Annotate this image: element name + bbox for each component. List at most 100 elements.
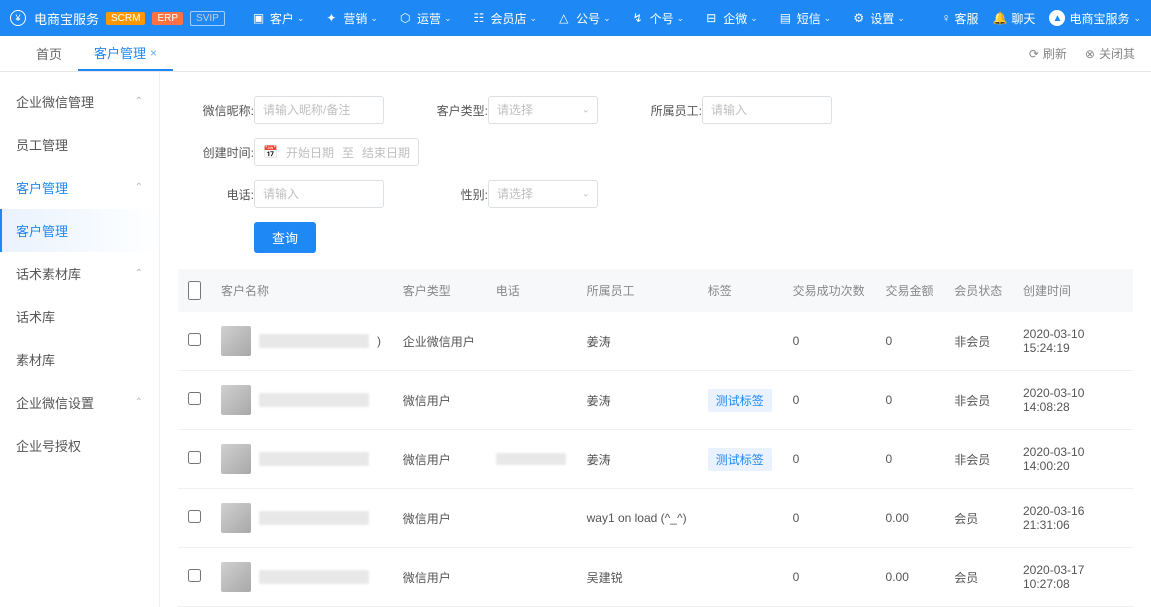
- th-phone: 电话: [486, 269, 577, 312]
- sidebar-item-enterprise-auth[interactable]: 企业号授权: [0, 424, 159, 467]
- date-end-ph: 结束日期: [362, 144, 410, 161]
- phone-label: 电话:: [190, 186, 254, 203]
- th-checkbox: [178, 269, 211, 312]
- close-others-button[interactable]: ⊗关闭其: [1079, 45, 1141, 62]
- chevron-down-icon: ⌄: [1133, 13, 1141, 24]
- sidebar-item-customer-mgmt[interactable]: 客户管理: [0, 209, 159, 252]
- nickname-input[interactable]: [254, 96, 384, 124]
- menu-label: 短信: [797, 10, 821, 27]
- chevron-down-icon: ⌄: [370, 13, 378, 24]
- customer-name-redacted: [259, 334, 369, 348]
- qiwei-icon: ⊟: [706, 11, 720, 25]
- sidebar-item-material-lib[interactable]: 素材库: [0, 338, 159, 381]
- sidebar-item-staff-mgmt[interactable]: 员工管理: [0, 123, 159, 166]
- cell-staff: 姜涛: [577, 371, 698, 430]
- cell-deals: 0: [783, 489, 876, 548]
- staff-input[interactable]: [702, 96, 832, 124]
- phone-input[interactable]: [254, 180, 384, 208]
- marketing-icon: ✦: [326, 11, 340, 25]
- table-wrap: 客户名称 客户类型 电话 所属员工 标签 交易成功次数 交易金额 会员状态 创建…: [160, 261, 1151, 607]
- avatar: [221, 503, 251, 533]
- row-checkbox[interactable]: [188, 333, 201, 346]
- customer-name-redacted: [259, 393, 369, 407]
- avatar: [221, 444, 251, 474]
- cell-amount: 0.00: [876, 548, 945, 607]
- row-checkbox[interactable]: [188, 569, 201, 582]
- member-icon: ☷: [474, 11, 488, 25]
- row-checkbox[interactable]: [188, 392, 201, 405]
- chevron-down-icon: ⌄: [897, 13, 905, 24]
- customer-icon: ▣: [253, 11, 267, 25]
- sidebar-item-wecom-settings[interactable]: 企业微信设置⌃: [0, 381, 159, 424]
- cell-type: 企业微信用户: [393, 312, 486, 371]
- cell-tag: [698, 489, 783, 548]
- cell-created: 2020-03-10 14:00:20: [1013, 430, 1133, 489]
- date-range-picker[interactable]: 📅 开始日期 至 结束日期: [254, 138, 419, 166]
- chevron-up-icon: ⌃: [135, 182, 143, 193]
- cell-member: 非会员: [944, 312, 1013, 371]
- tab-home[interactable]: 首页: [20, 36, 78, 71]
- cell-tag: 测试标签: [698, 371, 783, 430]
- menu-settings[interactable]: ⚙设置⌄: [843, 0, 915, 36]
- bell-icon: 🔔: [992, 11, 1007, 25]
- top-header: ¥ 电商宝服务 SCRM ERP SVIP ▣客户⌄ ✦营销⌄ ⬡运营⌄ ☷会员…: [0, 0, 1151, 36]
- cell-deals: 0: [783, 430, 876, 489]
- avatar: [221, 326, 251, 356]
- sidebar-item-label: 员工管理: [16, 135, 68, 154]
- gender-select[interactable]: [488, 180, 598, 208]
- menu-member[interactable]: ☷会员店⌄: [464, 0, 548, 36]
- menu-sms[interactable]: ▤短信⌄: [770, 0, 842, 36]
- staff-label: 所属员工:: [638, 102, 702, 119]
- chevron-down-icon: ⌄: [530, 13, 538, 24]
- sidebar-item-script-lib[interactable]: 话术素材库⌃: [0, 252, 159, 295]
- menu-gehao[interactable]: ↯个号⌄: [623, 0, 695, 36]
- cell-member: 非会员: [944, 430, 1013, 489]
- cell-staff: 姜涛: [577, 312, 698, 371]
- sidebar-item-customer-mgmt-section[interactable]: 客户管理⌃: [0, 166, 159, 209]
- sidebar-item-speech-lib[interactable]: 话术库: [0, 295, 159, 338]
- cell-type: 微信用户: [393, 430, 486, 489]
- create-label: 创建时间:: [190, 144, 254, 161]
- tag-chip: 测试标签: [708, 389, 772, 412]
- menu-qiwei[interactable]: ⊟企微⌄: [696, 0, 768, 36]
- nickname-label: 微信昵称:: [190, 102, 254, 119]
- logo-area: ¥ 电商宝服务 SCRM ERP SVIP: [10, 9, 225, 28]
- account-menu[interactable]: ▲电商宝服务⌄: [1049, 10, 1141, 27]
- chevron-down-icon: ⌄: [603, 13, 611, 24]
- date-start-ph: 开始日期: [286, 144, 334, 161]
- gonghao-icon: △: [559, 11, 573, 25]
- customer-service[interactable]: ♀客服: [941, 10, 978, 27]
- menu-label: 会员店: [491, 10, 527, 27]
- search-button[interactable]: 查询: [254, 222, 316, 253]
- type-select[interactable]: [488, 96, 598, 124]
- menu-customer[interactable]: ▣客户⌄: [243, 0, 315, 36]
- close-icon[interactable]: ×: [150, 46, 157, 60]
- menu-operation[interactable]: ⬡运营⌄: [390, 0, 462, 36]
- th-name: 客户名称: [211, 269, 393, 312]
- menu-marketing[interactable]: ✦营销⌄: [316, 0, 388, 36]
- row-checkbox[interactable]: [188, 451, 201, 464]
- chevron-down-icon: ⌄: [444, 13, 452, 24]
- refresh-button[interactable]: ⟳刷新: [1023, 45, 1073, 62]
- select-all-checkbox[interactable]: [188, 281, 201, 300]
- sidebar-item-wecom-mgmt[interactable]: 企业微信管理⌃: [0, 80, 159, 123]
- chat[interactable]: 🔔聊天: [992, 10, 1035, 27]
- menu-gonghao[interactable]: △公号⌄: [549, 0, 621, 36]
- header-right: ♀客服 🔔聊天 ▲电商宝服务⌄: [941, 10, 1141, 27]
- cell-type: 微信用户: [393, 371, 486, 430]
- sidebar-item-label: 话术库: [16, 307, 55, 326]
- search-form: 微信昵称: 客户类型: ⌄ 所属员工: 创建时间: 📅 开始日期 至: [160, 72, 1151, 261]
- gear-icon: ⚙: [853, 11, 867, 25]
- cell-tag: [698, 548, 783, 607]
- sidebar-item-label: 素材库: [16, 350, 55, 369]
- table-row: 微信用户 吴建锐 0 0.00 会员 2020-03-17 10:27:08: [178, 548, 1133, 607]
- sidebar-item-label: 客户管理: [16, 221, 68, 240]
- table-row: 微信用户 姜涛 测试标签 0 0 非会员 2020-03-10 14:00:20: [178, 430, 1133, 489]
- close-circle-icon: ⊗: [1085, 47, 1095, 61]
- row-checkbox[interactable]: [188, 510, 201, 523]
- cell-created: 2020-03-16 21:31:06: [1013, 489, 1133, 548]
- th-deals: 交易成功次数: [783, 269, 876, 312]
- phone-redacted: [496, 453, 566, 465]
- cell-created: 2020-03-10 14:08:28: [1013, 371, 1133, 430]
- tab-customer-mgmt[interactable]: 客户管理×: [78, 36, 173, 71]
